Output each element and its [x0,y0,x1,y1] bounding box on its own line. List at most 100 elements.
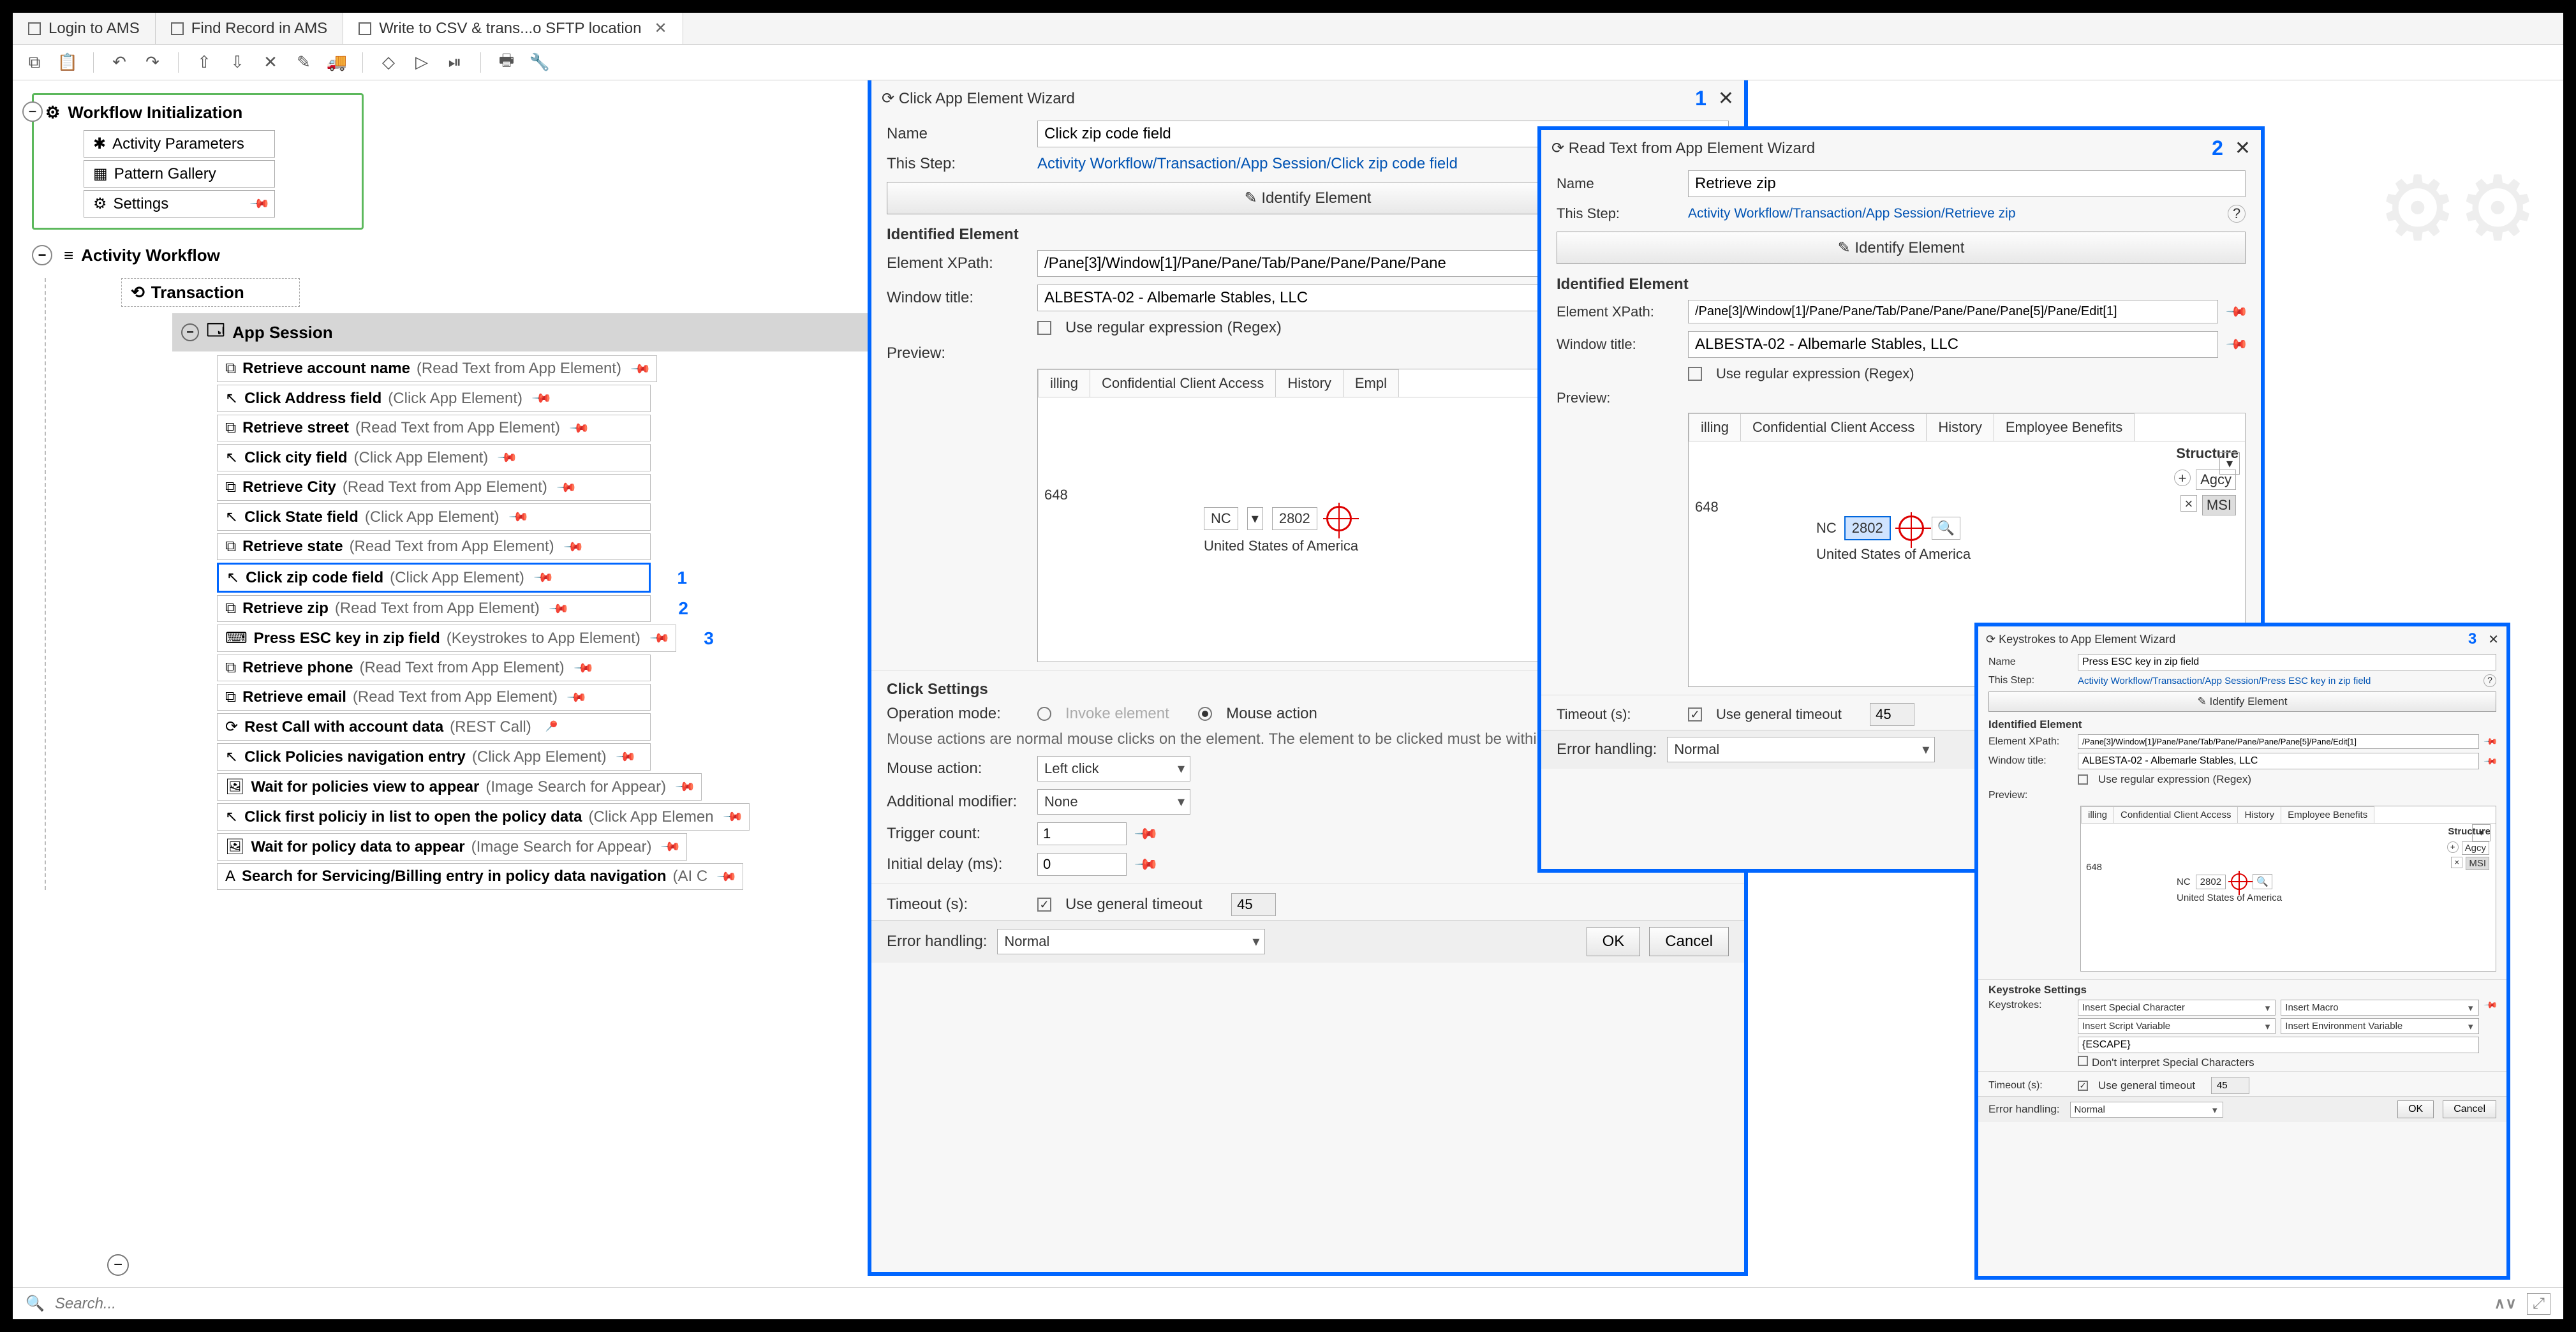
node-collapse-button[interactable]: − [107,1254,129,1276]
cancel-button[interactable]: Cancel [1649,927,1729,956]
cancel-x-button[interactable]: ✕ [259,51,282,74]
workflow-step[interactable]: ⧉ Retrieve phone (Read Text from App Ele… [217,655,651,681]
pin-icon[interactable]: 📌 [649,627,671,649]
tab-find[interactable]: Find Record in AMS [156,13,343,44]
pin-icon[interactable]: 📌 [531,387,553,410]
error-select[interactable]: Normal [997,929,1265,954]
timeout-checkbox[interactable]: ✓ [2078,1081,2088,1091]
regex-checkbox[interactable] [1037,321,1051,335]
transaction-node[interactable]: ⟲ Transaction [121,278,300,307]
insert-macro-select[interactable]: Insert Macro [2281,1000,2478,1016]
pin-icon[interactable]: 📌 [556,476,578,498]
app-session-node[interactable]: − 🗔 App Session [172,313,893,352]
pin-icon[interactable]: 📌 [533,566,555,589]
xpath-input[interactable] [2078,734,2479,749]
workflow-step[interactable]: ⌨ Press ESC key in zip field (Keystrokes… [217,625,676,652]
pin-icon[interactable]: 📌 [562,535,584,558]
pin-icon[interactable]: 📌 [566,686,588,708]
tab-login[interactable]: Login to AMS [13,13,156,44]
pin-icon[interactable]: 📌 [674,776,697,798]
name-input[interactable] [2078,654,2496,670]
identify-button[interactable]: ✎ Identify Element [1557,232,2246,264]
cancel-button[interactable]: Cancel [2443,1100,2496,1118]
search-input[interactable] [55,1295,2484,1313]
print-button[interactable]: 🖶 [495,51,518,74]
regex-checkbox[interactable] [1688,367,1702,381]
activity-params-button[interactable]: ✱ Activity Parameters [84,130,275,158]
pin-icon[interactable]: 📌 [2483,997,2498,1012]
pin-icon[interactable]: 📌 [548,597,570,619]
paste-button[interactable]: 📋 [56,51,79,74]
workflow-step[interactable]: ⧉ Retrieve email (Read Text from App Ele… [217,684,651,711]
workflow-step[interactable]: ↖ Click Address field (Click App Element… [217,385,651,412]
insert-special-select[interactable]: Insert Special Character [2078,1000,2276,1016]
timeout-checkbox[interactable]: ✓ [1037,898,1051,912]
workflow-step[interactable]: 🖼 Wait for policies view to appear (Imag… [217,773,702,801]
workflow-step[interactable]: A Search for Servicing/Billing entry in … [217,863,743,890]
workflow-step[interactable]: ⧉ Retrieve City (Read Text from App Elem… [217,474,651,501]
identify-button[interactable]: ✎ Identify Element [1988,692,2496,712]
undo-button[interactable]: ↶ [108,51,131,74]
dont-interpret-checkbox[interactable] [2078,1056,2088,1066]
step-path-link[interactable]: Activity Workflow/Transaction/App Sessio… [2078,676,2371,686]
close-button[interactable]: ✕ [1718,87,1734,110]
workflow-step[interactable]: ⧉ Retrieve street (Read Text from App El… [217,415,651,441]
invoke-radio[interactable] [1037,707,1051,721]
step-path-link[interactable]: Activity Workflow/Transaction/App Sessio… [1037,155,1458,173]
up-down-icon[interactable]: ∧∨ [2494,1294,2517,1313]
pin-icon[interactable]: 📌 [2224,300,2249,324]
close-button[interactable]: ✕ [2235,137,2251,159]
diamond-button[interactable]: ◇ [377,51,400,74]
workflow-step[interactable]: ↖ Click first policiy in list to open th… [217,803,750,831]
close-button[interactable]: ✕ [2488,632,2499,648]
regex-checkbox[interactable] [2078,774,2088,785]
expand-button[interactable]: ⤢ [2527,1293,2550,1315]
modifier-select[interactable]: None [1037,789,1190,815]
error-select[interactable]: Normal [1667,737,1935,762]
wintitle-input[interactable] [1688,331,2218,358]
workflow-step[interactable]: ↖ Click State field (Click App Element) … [217,503,651,531]
workflow-step[interactable]: ↖ Click zip code field (Click App Elemen… [217,563,651,593]
pin-icon[interactable]: 📌 [2483,753,2498,769]
pin-icon[interactable]: 📌 [716,865,738,887]
close-icon[interactable]: ✕ [654,19,667,38]
help-button[interactable]: ? [2228,205,2246,223]
pin-icon[interactable]: 📌 [1133,851,1160,878]
xpath-input[interactable] [1688,300,2218,323]
trigger-input[interactable] [1037,822,1127,845]
wintitle-input[interactable] [2078,753,2479,769]
delay-input[interactable] [1037,853,1127,876]
collapse-button[interactable]: − [32,245,52,265]
keystrokes-input[interactable] [2078,1037,2479,1053]
pin-icon[interactable]: 📌 [660,836,682,858]
mouse-action-select[interactable]: Left click [1037,756,1190,781]
settings-button[interactable]: ⚙ Settings📌 [84,190,275,218]
workflow-step[interactable]: ⧉ Retrieve account name (Read Text from … [217,355,657,382]
workflow-step[interactable]: ↖ Click city field (Click App Element) 📌 [217,444,651,471]
insert-env-select[interactable]: Insert Environment Variable [2281,1018,2478,1034]
pin-icon[interactable]: 📌 [1133,820,1160,847]
down-button[interactable]: ⇩ [226,51,249,74]
collapse-button[interactable]: − [181,323,199,341]
pattern-gallery-button[interactable]: ▦ Pattern Gallery [84,160,275,188]
collapse-button[interactable]: − [22,101,43,122]
insert-script-select[interactable]: Insert Script Variable [2078,1018,2276,1034]
error-select[interactable]: Normal [2070,1102,2223,1118]
pin-icon[interactable]: 📌 [249,193,271,215]
step-path-link[interactable]: Activity Workflow/Transaction/App Sessio… [1688,206,2016,221]
truck-button[interactable]: 🚚 [325,51,348,74]
copy-button[interactable]: ⧉ [23,51,46,74]
timeout-checkbox[interactable]: ✓ [1688,707,1702,722]
workflow-step[interactable]: ⧉ Retrieve state (Read Text from App Ele… [217,533,651,560]
pin-icon[interactable]: 📌 [507,506,529,528]
pin-icon[interactable]: 📍 [540,716,562,738]
preview-dropdown[interactable]: ▾ [2219,452,2240,475]
tab-csv[interactable]: Write to CSV & trans...o SFTP location✕ [343,13,683,44]
pin-icon[interactable]: 📌 [614,746,637,768]
wrench-button[interactable]: 🔧 [528,51,551,74]
help-button[interactable]: ? [2483,674,2496,687]
ok-button[interactable]: OK [2397,1100,2434,1118]
up-button[interactable]: ⇧ [193,51,216,74]
workflow-step[interactable]: ↖ Click Policies navigation entry (Click… [217,743,651,771]
redo-button[interactable]: ↷ [141,51,164,74]
